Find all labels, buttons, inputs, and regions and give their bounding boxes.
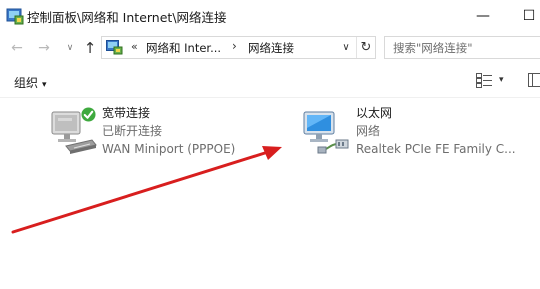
connection-device: Realtek PCIe FE Family C... <box>356 142 516 156</box>
recent-locations-button[interactable]: ∨ <box>62 40 78 56</box>
title-bar: 控制面板\网络和 Internet\网络连接 — ☐ <box>0 0 540 32</box>
search-placeholder: 搜索"网络连接" <box>393 41 473 55</box>
breadcrumb-network-connections[interactable]: 网络连接 <box>248 40 294 56</box>
organize-label: 组织 <box>14 76 39 90</box>
chevron-down-icon: ▾ <box>42 80 47 90</box>
maximize-button[interactable]: ☐ <box>506 0 540 32</box>
annotation-arrow-head <box>262 146 282 160</box>
connected-check-icon <box>81 107 96 122</box>
connection-name: 宽带连接 <box>102 106 151 120</box>
navigation-bar: ← → ∨ ↑ « 网络和 Inter... › 网络连接 ∨ ↻ 搜索"网络连… <box>0 32 540 64</box>
view-options-chevron-icon[interactable]: ▾ <box>499 75 504 85</box>
address-dropdown-button[interactable]: ∨ <box>337 37 355 58</box>
breadcrumb-separator[interactable]: › <box>232 39 237 53</box>
back-button[interactable]: ← <box>9 40 25 56</box>
connection-device: WAN Miniport (PPPOE) <box>102 142 236 156</box>
change-view-icon[interactable] <box>476 73 492 88</box>
breadcrumb-network-internet[interactable]: 网络和 Inter... <box>146 40 221 56</box>
window-title: 控制面板\网络和 Internet\网络连接 <box>27 10 227 25</box>
ethernet-connection-icon <box>303 111 349 154</box>
network-folder-icon <box>106 40 123 55</box>
organize-menu-button[interactable]: 组织 ▾ <box>14 74 47 91</box>
annotation-arrow-shaft <box>11 150 270 234</box>
command-bar: 组织 ▾ ▾ <box>0 64 540 98</box>
search-input[interactable]: 搜索"网络连接" <box>384 36 540 59</box>
connection-name: 以太网 <box>356 106 393 120</box>
connection-item-ethernet[interactable]: 以太网 网络 Realtek PCIe FE Family C... <box>300 104 526 162</box>
up-button[interactable]: ↑ <box>82 39 98 57</box>
address-bar[interactable]: « 网络和 Inter... › 网络连接 ∨ ↻ <box>101 36 376 59</box>
connection-item-broadband[interactable]: 宽带连接 已断开连接 WAN Miniport (PPPOE) <box>46 104 256 162</box>
minimize-button[interactable]: — <box>460 0 506 32</box>
preview-pane-button[interactable] <box>528 73 540 87</box>
connection-status: 已断开连接 <box>102 124 163 138</box>
refresh-button[interactable]: ↻ <box>356 37 375 58</box>
forward-button[interactable]: → <box>36 40 52 56</box>
address-overflow-button[interactable]: « <box>131 40 138 53</box>
connection-status: 网络 <box>356 124 381 138</box>
control-panel-icon <box>6 8 24 25</box>
